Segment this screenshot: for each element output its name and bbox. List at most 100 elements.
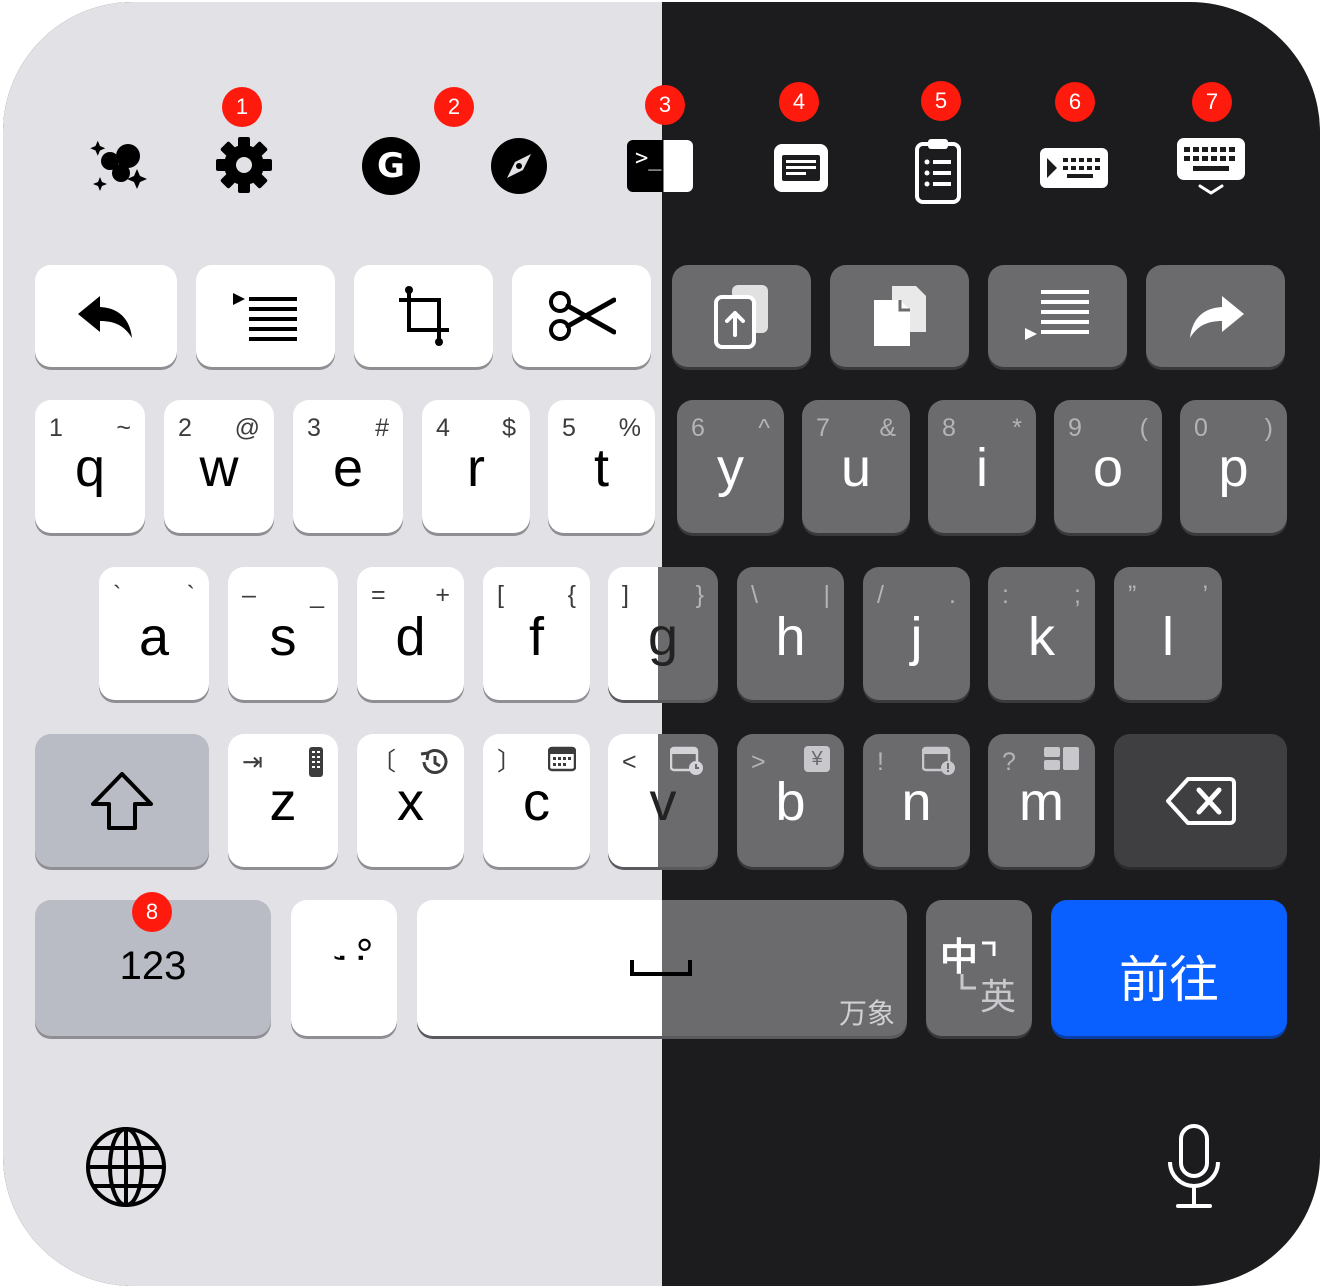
key-e-label: e: [332, 438, 364, 498]
outdent-icon: [988, 265, 1127, 367]
keyboard-dismiss-icon[interactable]: [1173, 134, 1249, 200]
cut-key[interactable]: [512, 265, 651, 367]
key-h[interactable]: \ | h: [737, 567, 844, 700]
key-c[interactable]: 〕 c: [483, 734, 590, 867]
text-panel-icon[interactable]: [766, 136, 836, 200]
key-j-label: j: [910, 607, 923, 667]
key-f-sub2: {: [567, 581, 576, 609]
keyboard-frame: 1 G 2 >_ 3 4 5 6 7 1 ~ q 2 @ w 3 # e 4 $…: [3, 2, 1320, 1286]
key-s-label: s: [269, 607, 297, 667]
badge-8: 8: [132, 892, 172, 932]
key-z-label: z: [269, 772, 297, 832]
sparkles-icon[interactable]: [81, 127, 157, 203]
undo-key[interactable]: [35, 265, 177, 367]
grammarly-letter: G: [377, 146, 405, 186]
key-l-label: l: [1162, 607, 1174, 667]
terminal-icon[interactable]: >_: [623, 136, 697, 196]
go-button[interactable]: 前往: [1051, 900, 1287, 1036]
key-k[interactable]: :; k: [988, 567, 1095, 700]
key-f[interactable]: [{f: [483, 567, 590, 700]
gear-icon[interactable]: [209, 130, 279, 200]
compass-icon[interactable]: [486, 133, 552, 199]
key-c-label: c: [523, 772, 550, 832]
key-l-sub2: ’: [1202, 581, 1208, 609]
shift-key[interactable]: [35, 734, 209, 867]
key-a-label: a: [138, 607, 170, 667]
crop-icon: [354, 265, 493, 367]
key-l[interactable]: ” ’ l: [1114, 567, 1222, 700]
key-h-label: h: [775, 607, 806, 667]
key-i[interactable]: 8 * i: [928, 400, 1036, 533]
badge-5: 5: [921, 81, 961, 121]
yen-icon: ¥: [804, 746, 830, 772]
key-k-label: k: [1028, 607, 1055, 667]
language-bottom-label: 英: [980, 976, 1017, 1017]
scissors-icon: [512, 265, 651, 367]
toggle-corner-icon-2: [960, 974, 976, 990]
key-t[interactable]: 5% t: [548, 400, 655, 533]
key-g-sub2: }: [695, 581, 704, 609]
key-f-label: f: [528, 607, 544, 667]
space-key[interactable]: 万象: [417, 900, 907, 1036]
key-p[interactable]: 0) p: [1180, 400, 1287, 533]
paste-key[interactable]: [672, 265, 811, 367]
space-key-hint: 万象: [838, 998, 895, 1029]
key-e[interactable]: 3 # e: [293, 400, 403, 533]
key-p-label: p: [1218, 438, 1249, 498]
key-o[interactable]: 9(o: [1054, 400, 1162, 533]
key-o-label: o: [1092, 438, 1124, 498]
copy-key[interactable]: [830, 265, 969, 367]
undo-icon: [35, 265, 177, 367]
key-a[interactable]: ` ` a: [99, 567, 209, 700]
language-toggle-key[interactable]: 中 英: [926, 900, 1032, 1036]
key-s-sub1: –: [242, 581, 256, 609]
key-r[interactable]: 4 $ r: [422, 400, 530, 533]
key-m[interactable]: ? m: [988, 734, 1095, 867]
key-d[interactable]: = + d: [357, 567, 464, 700]
key-q[interactable]: 1 ~ q: [35, 400, 145, 533]
toggle-corner-icon: [982, 941, 996, 956]
key-n-label: n: [901, 772, 932, 832]
outdent-key[interactable]: [988, 265, 1127, 367]
key-x-label: x: [397, 772, 424, 832]
key-j-sub1: /: [877, 581, 884, 609]
key-j[interactable]: /. j: [863, 567, 970, 700]
badge-3: 3: [645, 85, 685, 125]
microphone-icon[interactable]: [1160, 1120, 1228, 1212]
key-u[interactable]: 7 & u: [802, 400, 910, 533]
key-s[interactable]: – _ s: [228, 567, 338, 700]
crop-key[interactable]: [354, 265, 493, 367]
punctuation-key[interactable]: °;: [291, 900, 397, 1036]
badge-2: 2: [434, 87, 474, 127]
key-z[interactable]: ⇥ z: [228, 734, 338, 867]
key-n[interactable]: ! n: [863, 734, 970, 867]
key-g-sub1: ]: [622, 581, 629, 609]
keyboard-play-icon[interactable]: [1037, 142, 1111, 194]
redo-key[interactable]: [1146, 265, 1285, 367]
grammarly-icon[interactable]: G: [358, 133, 424, 199]
key-a-sub2: `: [186, 581, 195, 609]
badge-6: 6: [1055, 82, 1095, 122]
key-h-sub2: |: [823, 581, 831, 609]
key-w[interactable]: 2 @ w: [164, 400, 274, 533]
clipboard-icon[interactable]: [908, 134, 968, 206]
key-j-sub2: .: [949, 581, 956, 609]
backspace-key[interactable]: [1114, 734, 1287, 867]
key-y[interactable]: 6 ^ y: [677, 400, 784, 533]
terminal-prompt: >_: [635, 146, 662, 171]
paste-icon: [672, 265, 811, 367]
key-b[interactable]: > ¥ b: [737, 734, 844, 867]
key-g[interactable]: ]} g: [608, 567, 718, 700]
backspace-icon: [1114, 734, 1287, 867]
key-v[interactable]: < v: [608, 734, 718, 867]
key-d-sub2: +: [435, 581, 450, 609]
key-i-label: i: [976, 438, 988, 498]
yen-symbol: ¥: [804, 746, 830, 772]
key-q-label: q: [74, 438, 106, 498]
indent-key[interactable]: [196, 265, 335, 367]
key-x[interactable]: 〔 x: [357, 734, 464, 867]
key-k-sub2: ;: [1074, 581, 1081, 609]
globe-icon[interactable]: [83, 1124, 169, 1210]
copy-icon: [830, 265, 969, 367]
key-l-sub1: ”: [1128, 581, 1137, 609]
